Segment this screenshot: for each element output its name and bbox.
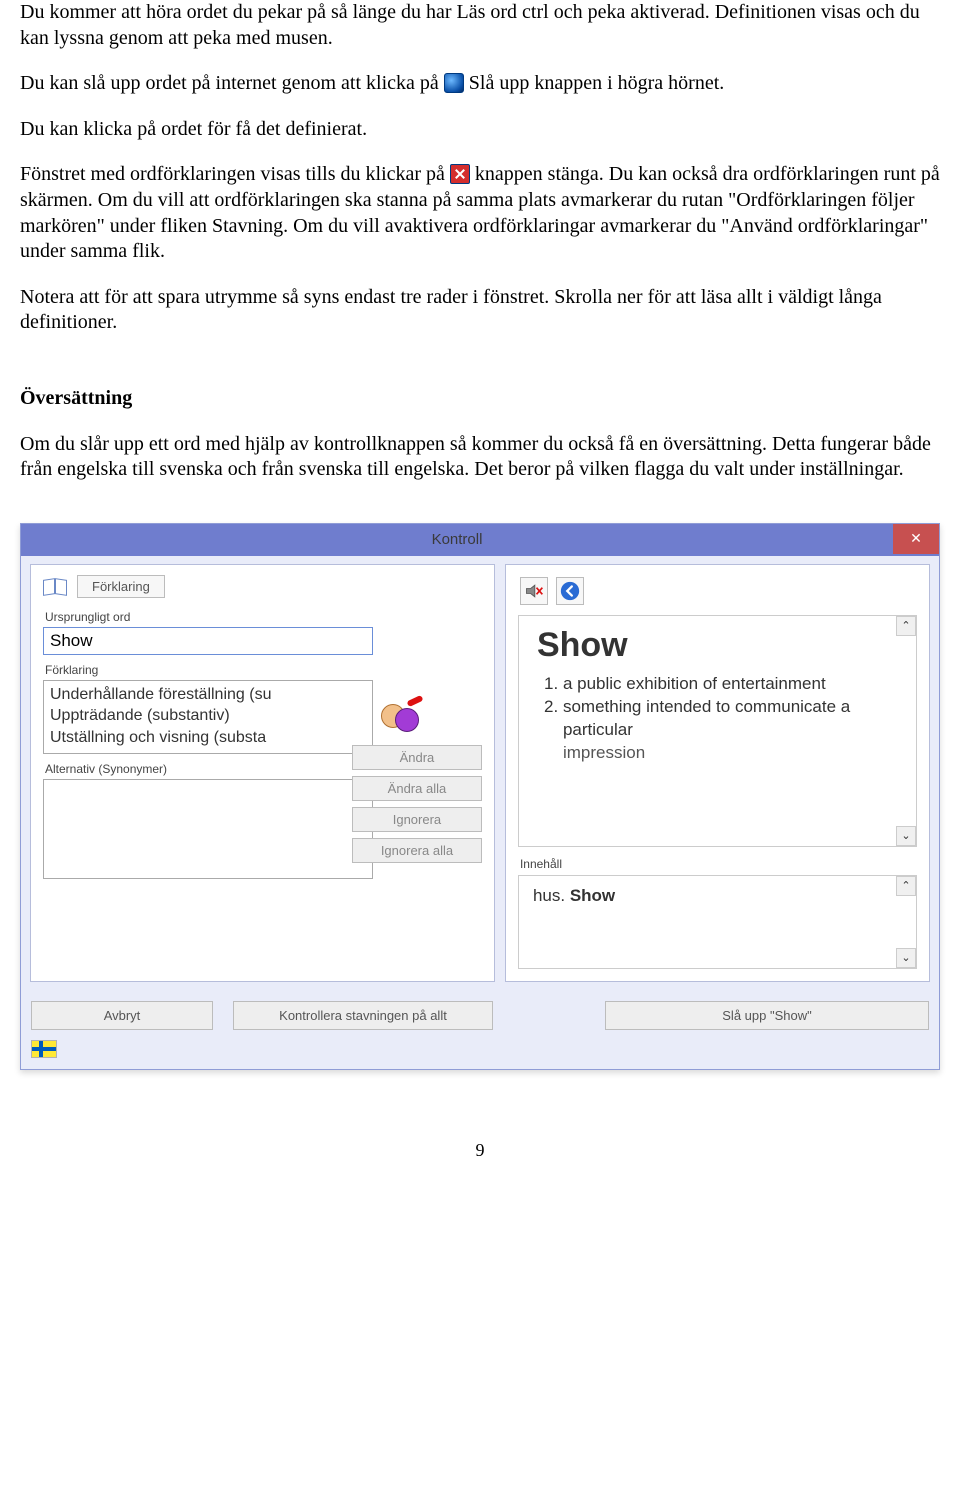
tab-forklaring[interactable]: Förklaring [77, 575, 165, 598]
text-run: Du kan slå upp ordet på internet genom a… [20, 72, 444, 94]
original-word-input[interactable] [43, 627, 373, 655]
scroll-up-button[interactable]: ⌃ [896, 616, 916, 636]
paragraph: Notera att för att spara utrymme så syns… [20, 285, 940, 336]
titlebar: Kontroll ✕ [21, 524, 939, 556]
speaker-mute-icon[interactable] [520, 577, 548, 605]
content-text: hus. [533, 886, 570, 905]
change-all-button[interactable]: Ändra alla [352, 776, 482, 801]
original-word-label: Ursprungligt ord [45, 610, 482, 624]
paragraph: Fönstret med ordförklaringen visas tills… [20, 162, 940, 264]
paragraph: Om du slår upp ett ord med hjälp av kont… [20, 432, 940, 483]
synonyms-listbox[interactable] [43, 779, 373, 879]
cancel-button[interactable]: Avbryt [31, 1001, 213, 1030]
section-heading: Översättning [20, 386, 940, 412]
ignore-button[interactable]: Ignorera [352, 807, 482, 832]
globe-icon [444, 73, 464, 93]
drama-masks-icon [379, 700, 419, 734]
dictionary-heading: Show [537, 626, 904, 665]
page-number: 9 [20, 1140, 940, 1161]
ignore-all-button[interactable]: Ignorera alla [352, 838, 482, 863]
right-panel: ⌃ Show a public exhibition of entertainm… [505, 564, 930, 982]
bottom-bar: Avbryt Kontrollera stavningen på allt Sl… [21, 991, 939, 1041]
content-pane: ⌃ hus. Show ⌄ [518, 875, 917, 969]
paragraph: Du kan klicka på ordet för få det defini… [20, 117, 940, 143]
change-button[interactable]: Ändra [352, 745, 482, 770]
content-label: Innehåll [520, 857, 917, 871]
lookup-button[interactable]: Slå upp "Show" [605, 1001, 929, 1030]
back-icon[interactable] [556, 577, 584, 605]
text-run: Fönstret med ordförklaringen visas tills… [20, 163, 450, 185]
window-close-button[interactable]: ✕ [893, 524, 939, 554]
kontroll-window: Kontroll ✕ Förklaring Ursprungligt ord F… [20, 523, 940, 1071]
definition-list: a public exhibition of entertainment som… [537, 673, 904, 765]
close-icon [450, 164, 470, 184]
scroll-up-button[interactable]: ⌃ [896, 876, 916, 896]
definition-item: a public exhibition of entertainment [563, 673, 904, 696]
content-text-bold: Show [570, 886, 615, 905]
explanation-textarea[interactable]: Underhållande föreställning (su Uppträda… [43, 680, 373, 754]
left-panel: Förklaring Ursprungligt ord Förklaring U… [30, 564, 495, 982]
explanation-label: Förklaring [45, 663, 482, 677]
definition-item: something intended to communicate a part… [563, 696, 904, 765]
scroll-down-button[interactable]: ⌄ [896, 948, 916, 968]
scroll-down-button[interactable]: ⌄ [896, 826, 916, 846]
swedish-flag-icon[interactable] [31, 1040, 57, 1058]
paragraph: Du kan slå upp ordet på internet genom a… [20, 71, 940, 97]
text-run: Slå upp knappen i högra hörnet. [469, 72, 725, 94]
flag-row [21, 1040, 939, 1069]
paragraph: Du kommer att höra ordet du pekar på så … [20, 0, 940, 51]
book-icon [43, 577, 67, 595]
check-spelling-button[interactable]: Kontrollera stavningen på allt [233, 1001, 493, 1031]
window-title: Kontroll [21, 531, 893, 548]
dictionary-pane: ⌃ Show a public exhibition of entertainm… [518, 615, 917, 847]
